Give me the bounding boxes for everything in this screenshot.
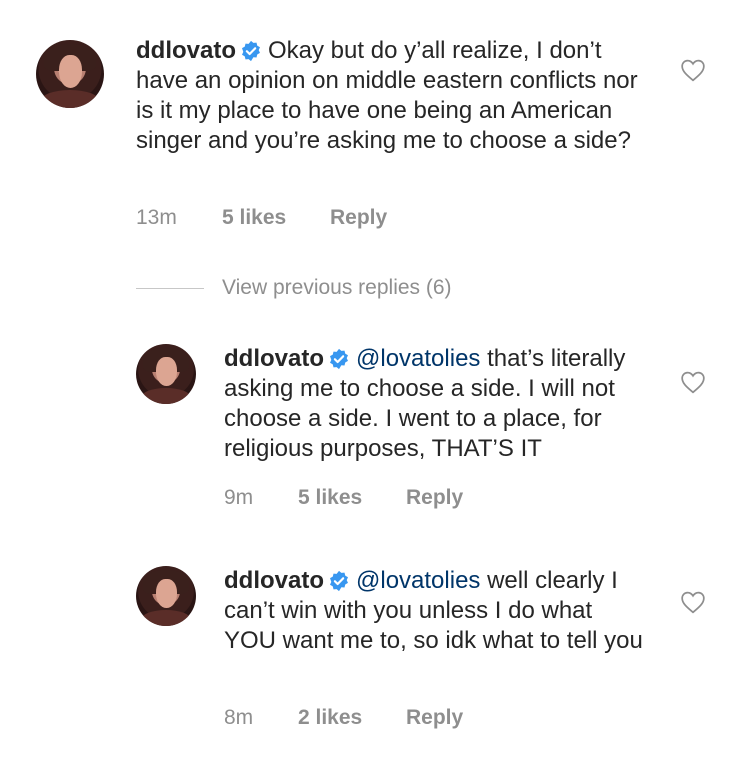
comment-body: ddlovato @lovatolies that’s literally ask… bbox=[224, 344, 648, 464]
heart-outline-icon[interactable] bbox=[680, 58, 706, 82]
reply-button[interactable]: Reply bbox=[330, 206, 387, 230]
likes-count[interactable]: 2 likes bbox=[298, 706, 406, 730]
comment-meta: 13m 5 likes Reply bbox=[136, 206, 387, 230]
verified-badge-icon bbox=[330, 348, 348, 370]
comment-username[interactable]: ddlovato bbox=[136, 37, 236, 64]
comment-meta: 9m 5 likes Reply bbox=[224, 486, 463, 510]
comment-username[interactable]: ddlovato bbox=[224, 567, 324, 594]
verified-badge-icon bbox=[330, 570, 348, 592]
likes-count[interactable]: 5 likes bbox=[222, 206, 330, 230]
avatar[interactable] bbox=[136, 344, 196, 404]
reply-button[interactable]: Reply bbox=[406, 706, 463, 730]
mention-link[interactable]: @lovatolies bbox=[356, 345, 480, 372]
comment-time: 13m bbox=[136, 206, 177, 229]
comment-time: 9m bbox=[224, 486, 254, 509]
divider bbox=[136, 287, 204, 289]
avatar[interactable] bbox=[136, 566, 196, 626]
comment-body: ddlovato @lovatolies well clearly I can’t… bbox=[224, 566, 648, 656]
comment-meta: 8m 2 likes Reply bbox=[224, 706, 463, 730]
view-previous-replies[interactable]: View previous replies (6) bbox=[136, 276, 452, 300]
heart-outline-icon[interactable] bbox=[680, 590, 706, 614]
heart-outline-icon[interactable] bbox=[680, 370, 706, 394]
mention-link[interactable]: @lovatolies bbox=[356, 567, 480, 594]
comment-body: ddlovato Okay but do y’all realize, I don… bbox=[136, 36, 656, 156]
verified-badge-icon bbox=[242, 40, 260, 62]
comment-time: 8m bbox=[224, 706, 254, 729]
reply-button[interactable]: Reply bbox=[406, 486, 463, 510]
view-previous-replies-label[interactable]: View previous replies (6) bbox=[222, 276, 452, 300]
avatar[interactable] bbox=[36, 40, 104, 108]
likes-count[interactable]: 5 likes bbox=[298, 486, 406, 510]
comment-username[interactable]: ddlovato bbox=[224, 345, 324, 372]
